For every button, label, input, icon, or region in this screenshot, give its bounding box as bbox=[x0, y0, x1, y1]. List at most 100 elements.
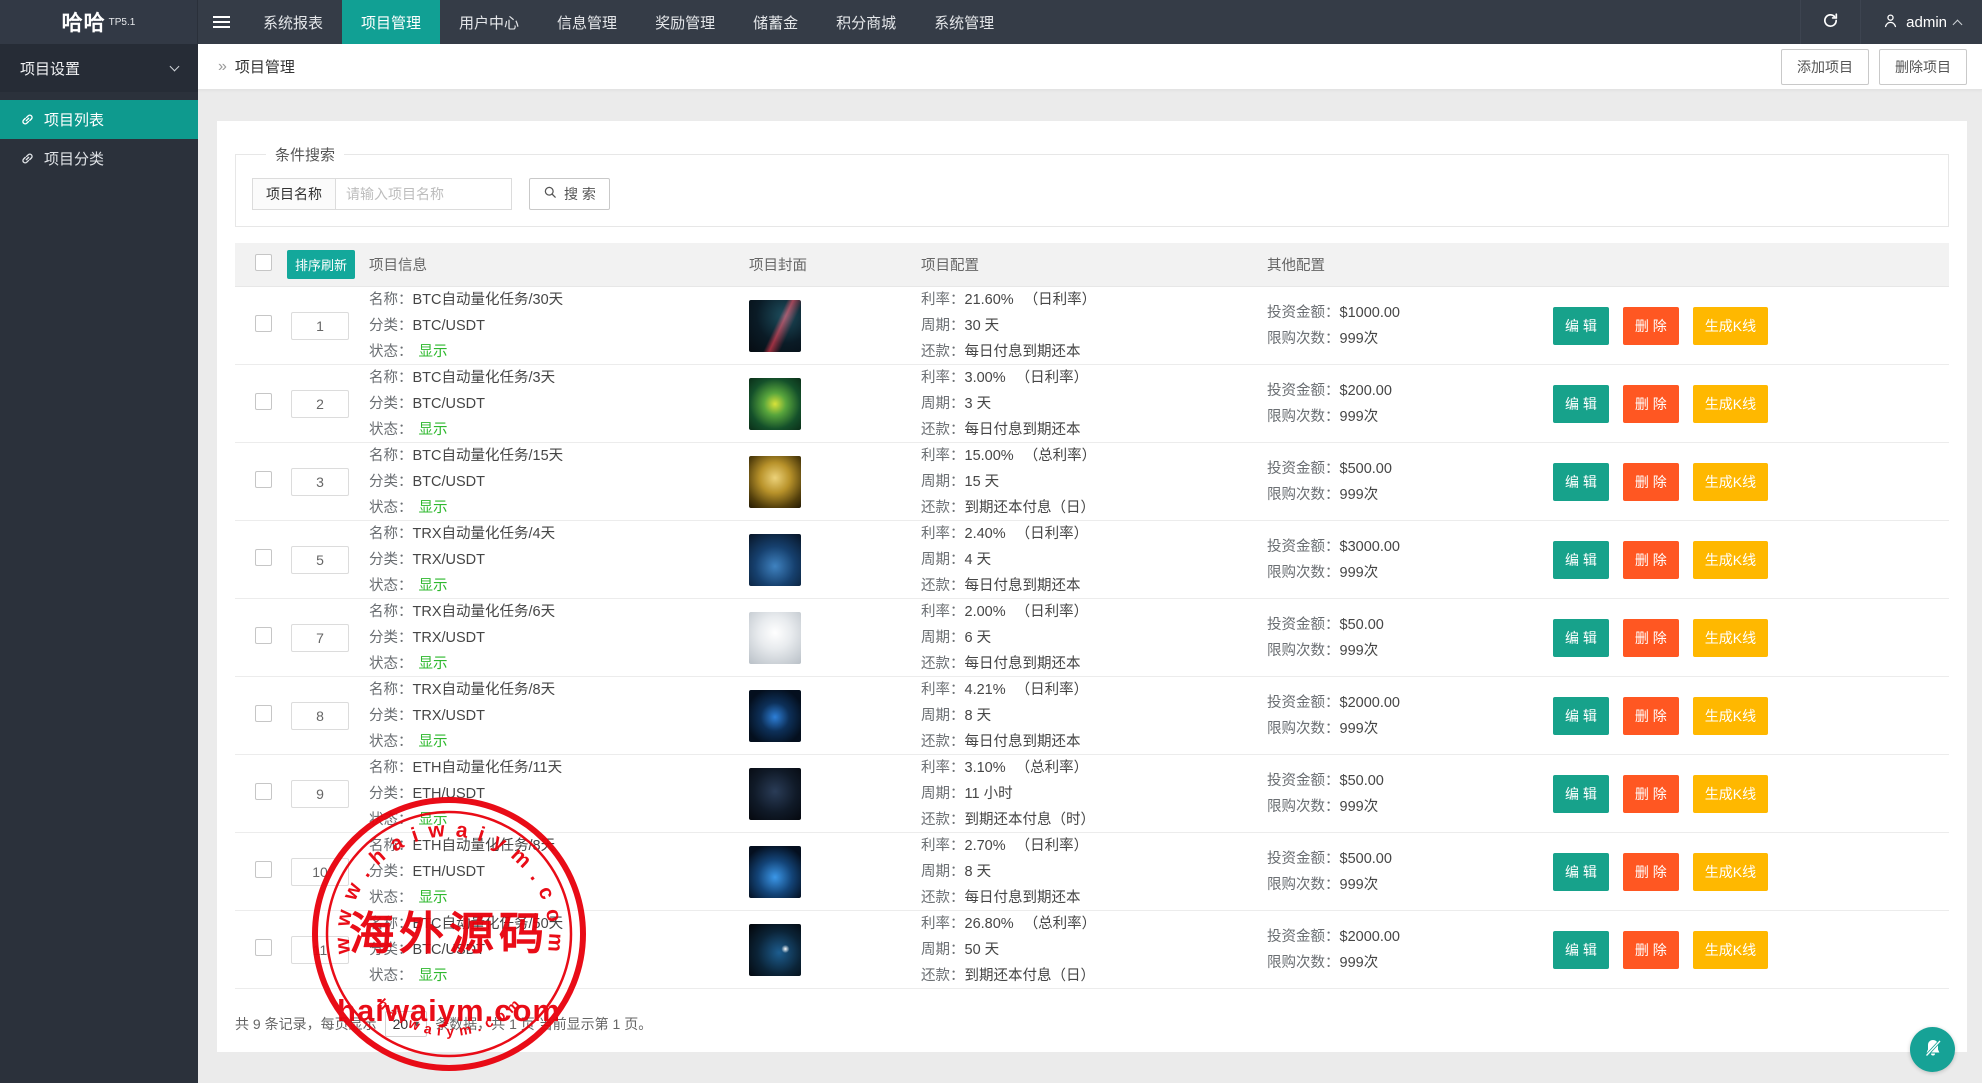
generate-kline-button[interactable]: 生成K线 bbox=[1693, 853, 1768, 891]
delete-button[interactable]: 删 除 bbox=[1623, 853, 1679, 891]
sort-input[interactable] bbox=[291, 624, 349, 652]
amount-label: 投资金额： bbox=[1267, 773, 1340, 789]
sort-input[interactable] bbox=[291, 546, 349, 574]
sidebar-item[interactable]: 项目分类 bbox=[0, 139, 198, 178]
edit-button[interactable]: 编 辑 bbox=[1553, 307, 1609, 345]
nav-item[interactable]: 积分商城 bbox=[817, 0, 915, 44]
nav-item[interactable]: 储蓄金 bbox=[734, 0, 817, 44]
repay-label: 还款： bbox=[921, 422, 965, 438]
limit-label: 限购次数： bbox=[1267, 565, 1340, 581]
status-toggle-link[interactable]: 显示 bbox=[419, 500, 448, 516]
row-checkbox[interactable] bbox=[255, 393, 272, 410]
delete-button[interactable]: 删 除 bbox=[1623, 463, 1679, 501]
generate-kline-button[interactable]: 生成K线 bbox=[1693, 619, 1768, 657]
nav-item[interactable]: 系统管理 bbox=[915, 0, 1013, 44]
rate-value: 3.00% bbox=[965, 370, 1006, 386]
row-checkbox[interactable] bbox=[255, 783, 272, 800]
generate-kline-button[interactable]: 生成K线 bbox=[1693, 385, 1768, 423]
generate-kline-button[interactable]: 生成K线 bbox=[1693, 541, 1768, 579]
row-checkbox[interactable] bbox=[255, 939, 272, 956]
delete-button[interactable]: 删 除 bbox=[1623, 307, 1679, 345]
rate-type: （日利率） bbox=[1016, 370, 1089, 386]
sort-input[interactable] bbox=[291, 936, 349, 964]
sidebar-section-header[interactable]: 项目设置 bbox=[0, 44, 198, 92]
menu-toggle-icon[interactable] bbox=[198, 0, 244, 44]
edit-button[interactable]: 编 辑 bbox=[1553, 619, 1609, 657]
delete-button[interactable]: 删 除 bbox=[1623, 385, 1679, 423]
delete-button[interactable]: 删 除 bbox=[1623, 775, 1679, 813]
sidebar-item[interactable]: 项目列表 bbox=[0, 100, 198, 139]
sort-input[interactable] bbox=[291, 312, 349, 340]
nav-item[interactable]: 信息管理 bbox=[538, 0, 636, 44]
rate-label: 利率： bbox=[921, 448, 965, 464]
name-label: 名称： bbox=[369, 448, 413, 464]
delete-button[interactable]: 删 除 bbox=[1623, 619, 1679, 657]
status-toggle-link[interactable]: 显示 bbox=[419, 422, 448, 438]
project-category: ETH/USDT bbox=[413, 786, 486, 802]
page-size-select[interactable]: 20 ▾ bbox=[385, 1011, 428, 1037]
status-toggle-link[interactable]: 显示 bbox=[419, 890, 448, 906]
repay-value: 到期还本付息（时） bbox=[965, 812, 1096, 828]
user-menu[interactable]: admin bbox=[1860, 0, 1982, 44]
delete-button[interactable]: 删 除 bbox=[1623, 931, 1679, 969]
edit-button[interactable]: 编 辑 bbox=[1553, 385, 1609, 423]
sort-input[interactable] bbox=[291, 780, 349, 808]
row-checkbox[interactable] bbox=[255, 471, 272, 488]
rate-value: 2.40% bbox=[965, 526, 1006, 542]
delete-project-button[interactable]: 删除项目 bbox=[1879, 49, 1967, 85]
sort-input[interactable] bbox=[291, 858, 349, 886]
generate-kline-button[interactable]: 生成K线 bbox=[1693, 463, 1768, 501]
delete-button[interactable]: 删 除 bbox=[1623, 697, 1679, 735]
sort-input[interactable] bbox=[291, 702, 349, 730]
nav-item[interactable]: 奖励管理 bbox=[636, 0, 734, 44]
status-toggle-link[interactable]: 显示 bbox=[419, 578, 448, 594]
period-value: 8 天 bbox=[965, 708, 992, 724]
edit-button[interactable]: 编 辑 bbox=[1553, 463, 1609, 501]
generate-kline-button[interactable]: 生成K线 bbox=[1693, 931, 1768, 969]
edit-button[interactable]: 编 辑 bbox=[1553, 775, 1609, 813]
nav-item[interactable]: 系统报表 bbox=[244, 0, 342, 44]
select-all-checkbox[interactable] bbox=[255, 254, 272, 271]
period-value: 4 天 bbox=[965, 552, 992, 568]
sidebar: 项目设置 项目列表项目分类 bbox=[0, 44, 198, 1083]
edit-button[interactable]: 编 辑 bbox=[1553, 853, 1609, 891]
amount-value: $2000.00 bbox=[1340, 929, 1400, 945]
row-checkbox[interactable] bbox=[255, 549, 272, 566]
add-project-button[interactable]: 添加项目 bbox=[1781, 49, 1869, 85]
row-checkbox[interactable] bbox=[255, 705, 272, 722]
edit-button[interactable]: 编 辑 bbox=[1553, 541, 1609, 579]
generate-kline-button[interactable]: 生成K线 bbox=[1693, 307, 1768, 345]
nav-item[interactable]: 项目管理 bbox=[342, 0, 440, 44]
rate-label: 利率： bbox=[921, 916, 965, 932]
repay-label: 还款： bbox=[921, 812, 965, 828]
edit-button[interactable]: 编 辑 bbox=[1553, 931, 1609, 969]
status-toggle-link[interactable]: 显示 bbox=[419, 734, 448, 750]
generate-kline-button[interactable]: 生成K线 bbox=[1693, 697, 1768, 735]
amount-value: $50.00 bbox=[1340, 617, 1384, 633]
search-input[interactable] bbox=[336, 178, 512, 210]
page-title: 项目管理 bbox=[235, 56, 295, 77]
sort-input[interactable] bbox=[291, 468, 349, 496]
generate-kline-button[interactable]: 生成K线 bbox=[1693, 775, 1768, 813]
limit-value: 999次 bbox=[1340, 877, 1379, 893]
notification-mute-button[interactable] bbox=[1910, 1027, 1955, 1072]
search-button[interactable]: 搜 索 bbox=[529, 178, 610, 210]
project-cover-image bbox=[749, 846, 801, 898]
status-toggle-link[interactable]: 显示 bbox=[419, 344, 448, 360]
sort-input[interactable] bbox=[291, 390, 349, 418]
status-toggle-link[interactable]: 显示 bbox=[419, 656, 448, 672]
row-checkbox[interactable] bbox=[255, 315, 272, 332]
status-toggle-link[interactable]: 显示 bbox=[419, 968, 448, 984]
refresh-button[interactable] bbox=[1800, 0, 1860, 44]
status-toggle-link[interactable]: 显示 bbox=[419, 812, 448, 828]
nav-item[interactable]: 用户中心 bbox=[440, 0, 538, 44]
delete-button[interactable]: 删 除 bbox=[1623, 541, 1679, 579]
sort-refresh-button[interactable]: 排序刷新 bbox=[287, 250, 355, 279]
search-field-label: 项目名称 bbox=[252, 178, 336, 210]
row-checkbox[interactable] bbox=[255, 861, 272, 878]
row-checkbox[interactable] bbox=[255, 627, 272, 644]
amount-value: $1000.00 bbox=[1340, 305, 1400, 321]
category-label: 分类： bbox=[369, 396, 413, 412]
status-label: 状态： bbox=[369, 344, 413, 360]
edit-button[interactable]: 编 辑 bbox=[1553, 697, 1609, 735]
